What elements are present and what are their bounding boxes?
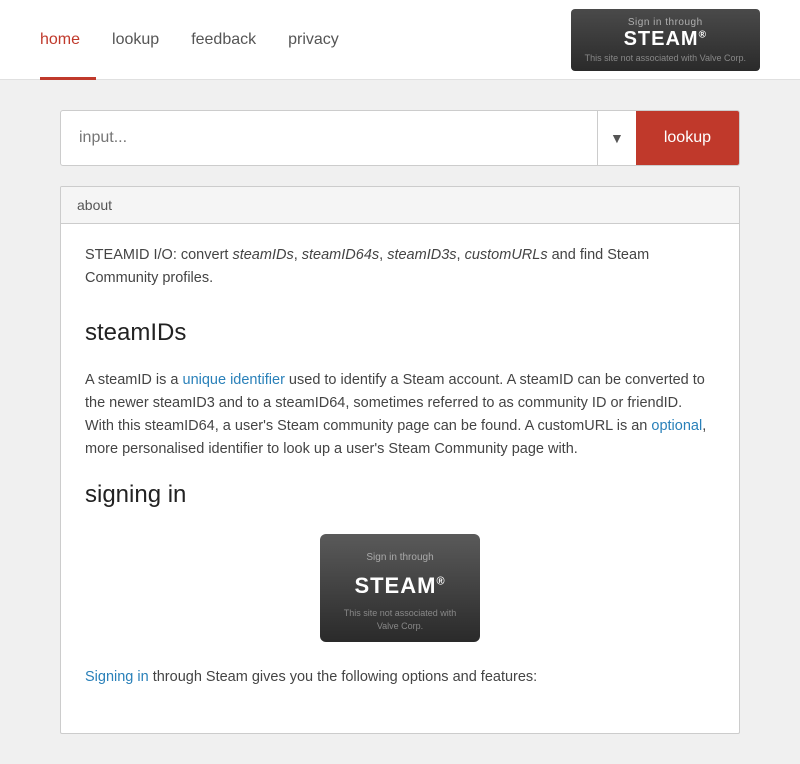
steam-not-associated: This site not associated with Valve Corp…: [585, 53, 746, 63]
unique-identifier-link[interactable]: unique identifier: [183, 372, 285, 388]
steamids-body: A steamID is a unique identifier used to…: [85, 369, 715, 462]
nav-home[interactable]: home: [40, 10, 96, 70]
signing-in-heading: signing in: [85, 476, 715, 514]
nav-feedback[interactable]: feedback: [175, 10, 272, 70]
about-content: STEAMID I/O: convert steamIDs, steamID64…: [61, 224, 739, 733]
steam-logo: STEAM®: [624, 28, 707, 51]
header: home lookup feedback privacy Sign in thr…: [0, 0, 800, 80]
nav: home lookup feedback privacy: [40, 10, 571, 70]
dropdown-arrow[interactable]: ▼: [597, 111, 636, 165]
steam-center-not-associated: This site not associated with Valve Corp…: [336, 607, 464, 632]
main-content: ▼ lookup about STEAMID I/O: convert stea…: [40, 110, 760, 734]
steam-center-logo: STEAM®: [336, 568, 464, 603]
optional-link[interactable]: optional: [651, 418, 702, 434]
about-label: about: [77, 197, 112, 213]
about-header: about: [61, 187, 739, 224]
steam-center-label: Sign in through: [366, 552, 433, 563]
search-bar: ▼ lookup: [60, 110, 740, 166]
about-section: about STEAMID I/O: convert steamIDs, ste…: [60, 186, 740, 734]
chevron-down-icon: ▼: [610, 130, 624, 146]
header-steam-signin-button[interactable]: Sign in through STEAM® This site not ass…: [571, 9, 760, 71]
lookup-button[interactable]: lookup: [636, 111, 739, 165]
steamids-heading: steamIDs: [85, 314, 715, 352]
signing-in-link[interactable]: Signing in: [85, 669, 149, 685]
steam-signin-center-button[interactable]: Sign in through STEAM® This site not ass…: [320, 534, 480, 642]
about-intro: STEAMID I/O: convert steamIDs, steamID64…: [85, 244, 715, 290]
nav-privacy[interactable]: privacy: [272, 10, 355, 70]
steam-signin-label: Sign in through: [628, 17, 703, 28]
nav-lookup[interactable]: lookup: [96, 10, 175, 70]
search-input[interactable]: [61, 113, 597, 163]
signing-in-intro: Signing in through Steam gives you the f…: [85, 666, 715, 689]
